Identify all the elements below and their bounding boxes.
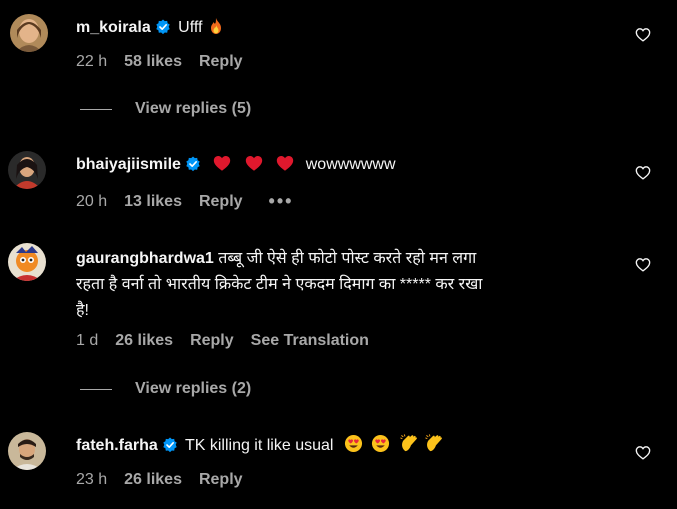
username[interactable]: fateh.farha [76, 437, 158, 454]
avatar[interactable] [8, 243, 46, 281]
username[interactable]: m_koirala [76, 19, 151, 36]
comment-meta: 1 d 26 likes Reply See Translation [76, 332, 386, 350]
comment-text-line: रहता है वर्ना तो भारतीय क्रिकेट टीम ने ए… [76, 276, 483, 293]
likes-count[interactable]: 13 likes [124, 193, 182, 211]
comment-text: Ufff [178, 19, 203, 36]
red-heart-emoji-icon [277, 156, 294, 171]
verified-badge-icon [163, 437, 177, 453]
like-heart-icon[interactable] [635, 445, 651, 460]
likes-count[interactable]: 58 likes [124, 53, 182, 71]
like-heart-icon[interactable] [635, 165, 651, 180]
timestamp[interactable]: 22 h [76, 53, 107, 71]
see-translation-button[interactable]: See Translation [251, 332, 369, 350]
verified-badge-icon [156, 19, 170, 35]
reply-button[interactable]: Reply [199, 193, 243, 211]
comment-text-line: है! [76, 302, 89, 319]
avatar-image [8, 432, 46, 470]
comment-text-line: तब्बू जी ऐसे ही फोटो पोस्ट करते रहो मन ल… [218, 250, 477, 267]
like-heart-icon[interactable] [635, 27, 651, 42]
avatar-image [8, 243, 46, 281]
timestamp[interactable]: 23 h [76, 471, 107, 489]
heart-eyes-emoji-icon [344, 434, 362, 453]
comment-meta: 23 h 26 likes Reply [76, 471, 260, 489]
heart-eyes-emoji-icon [372, 434, 390, 453]
divider-line [80, 108, 112, 110]
divider-line [80, 388, 112, 390]
verified-badge-icon [186, 156, 200, 172]
reply-button[interactable]: Reply [190, 332, 234, 350]
username[interactable]: bhaiyajiismile [76, 156, 181, 173]
username[interactable]: gaurangbhardwa1 [76, 250, 214, 267]
clapping-hands-emoji-icon [400, 434, 417, 452]
view-replies-label: View replies (2) [135, 380, 252, 397]
avatar-image [10, 14, 48, 52]
fire-emoji-icon [210, 18, 221, 34]
view-replies-label: View replies (5) [135, 100, 252, 117]
timestamp[interactable]: 20 h [76, 193, 107, 211]
comment-meta: 20 h 13 likes Reply ••• [76, 191, 310, 212]
view-replies-button[interactable]: View replies (5) [80, 100, 251, 118]
reply-button[interactable]: Reply [199, 471, 243, 489]
avatar[interactable] [8, 432, 46, 470]
clapping-hands-emoji-icon [425, 434, 443, 452]
timestamp[interactable]: 1 d [76, 332, 98, 350]
comment-text: TK killing it like usual [184, 437, 334, 454]
more-options-icon[interactable]: ••• [269, 191, 294, 212]
reply-button[interactable]: Reply [199, 53, 243, 71]
view-replies-button[interactable]: View replies (2) [80, 380, 251, 398]
avatar[interactable] [10, 14, 48, 52]
like-heart-icon[interactable] [635, 257, 651, 272]
avatar-image [8, 151, 46, 189]
red-heart-emoji-icon [214, 156, 231, 171]
red-heart-emoji-icon [245, 156, 263, 171]
likes-count[interactable]: 26 likes [115, 332, 173, 350]
likes-count[interactable]: 26 likes [124, 471, 182, 489]
comment-meta: 22 h 58 likes Reply [76, 53, 260, 71]
comment-text: wowwwwww [305, 156, 396, 173]
avatar[interactable] [8, 151, 46, 189]
